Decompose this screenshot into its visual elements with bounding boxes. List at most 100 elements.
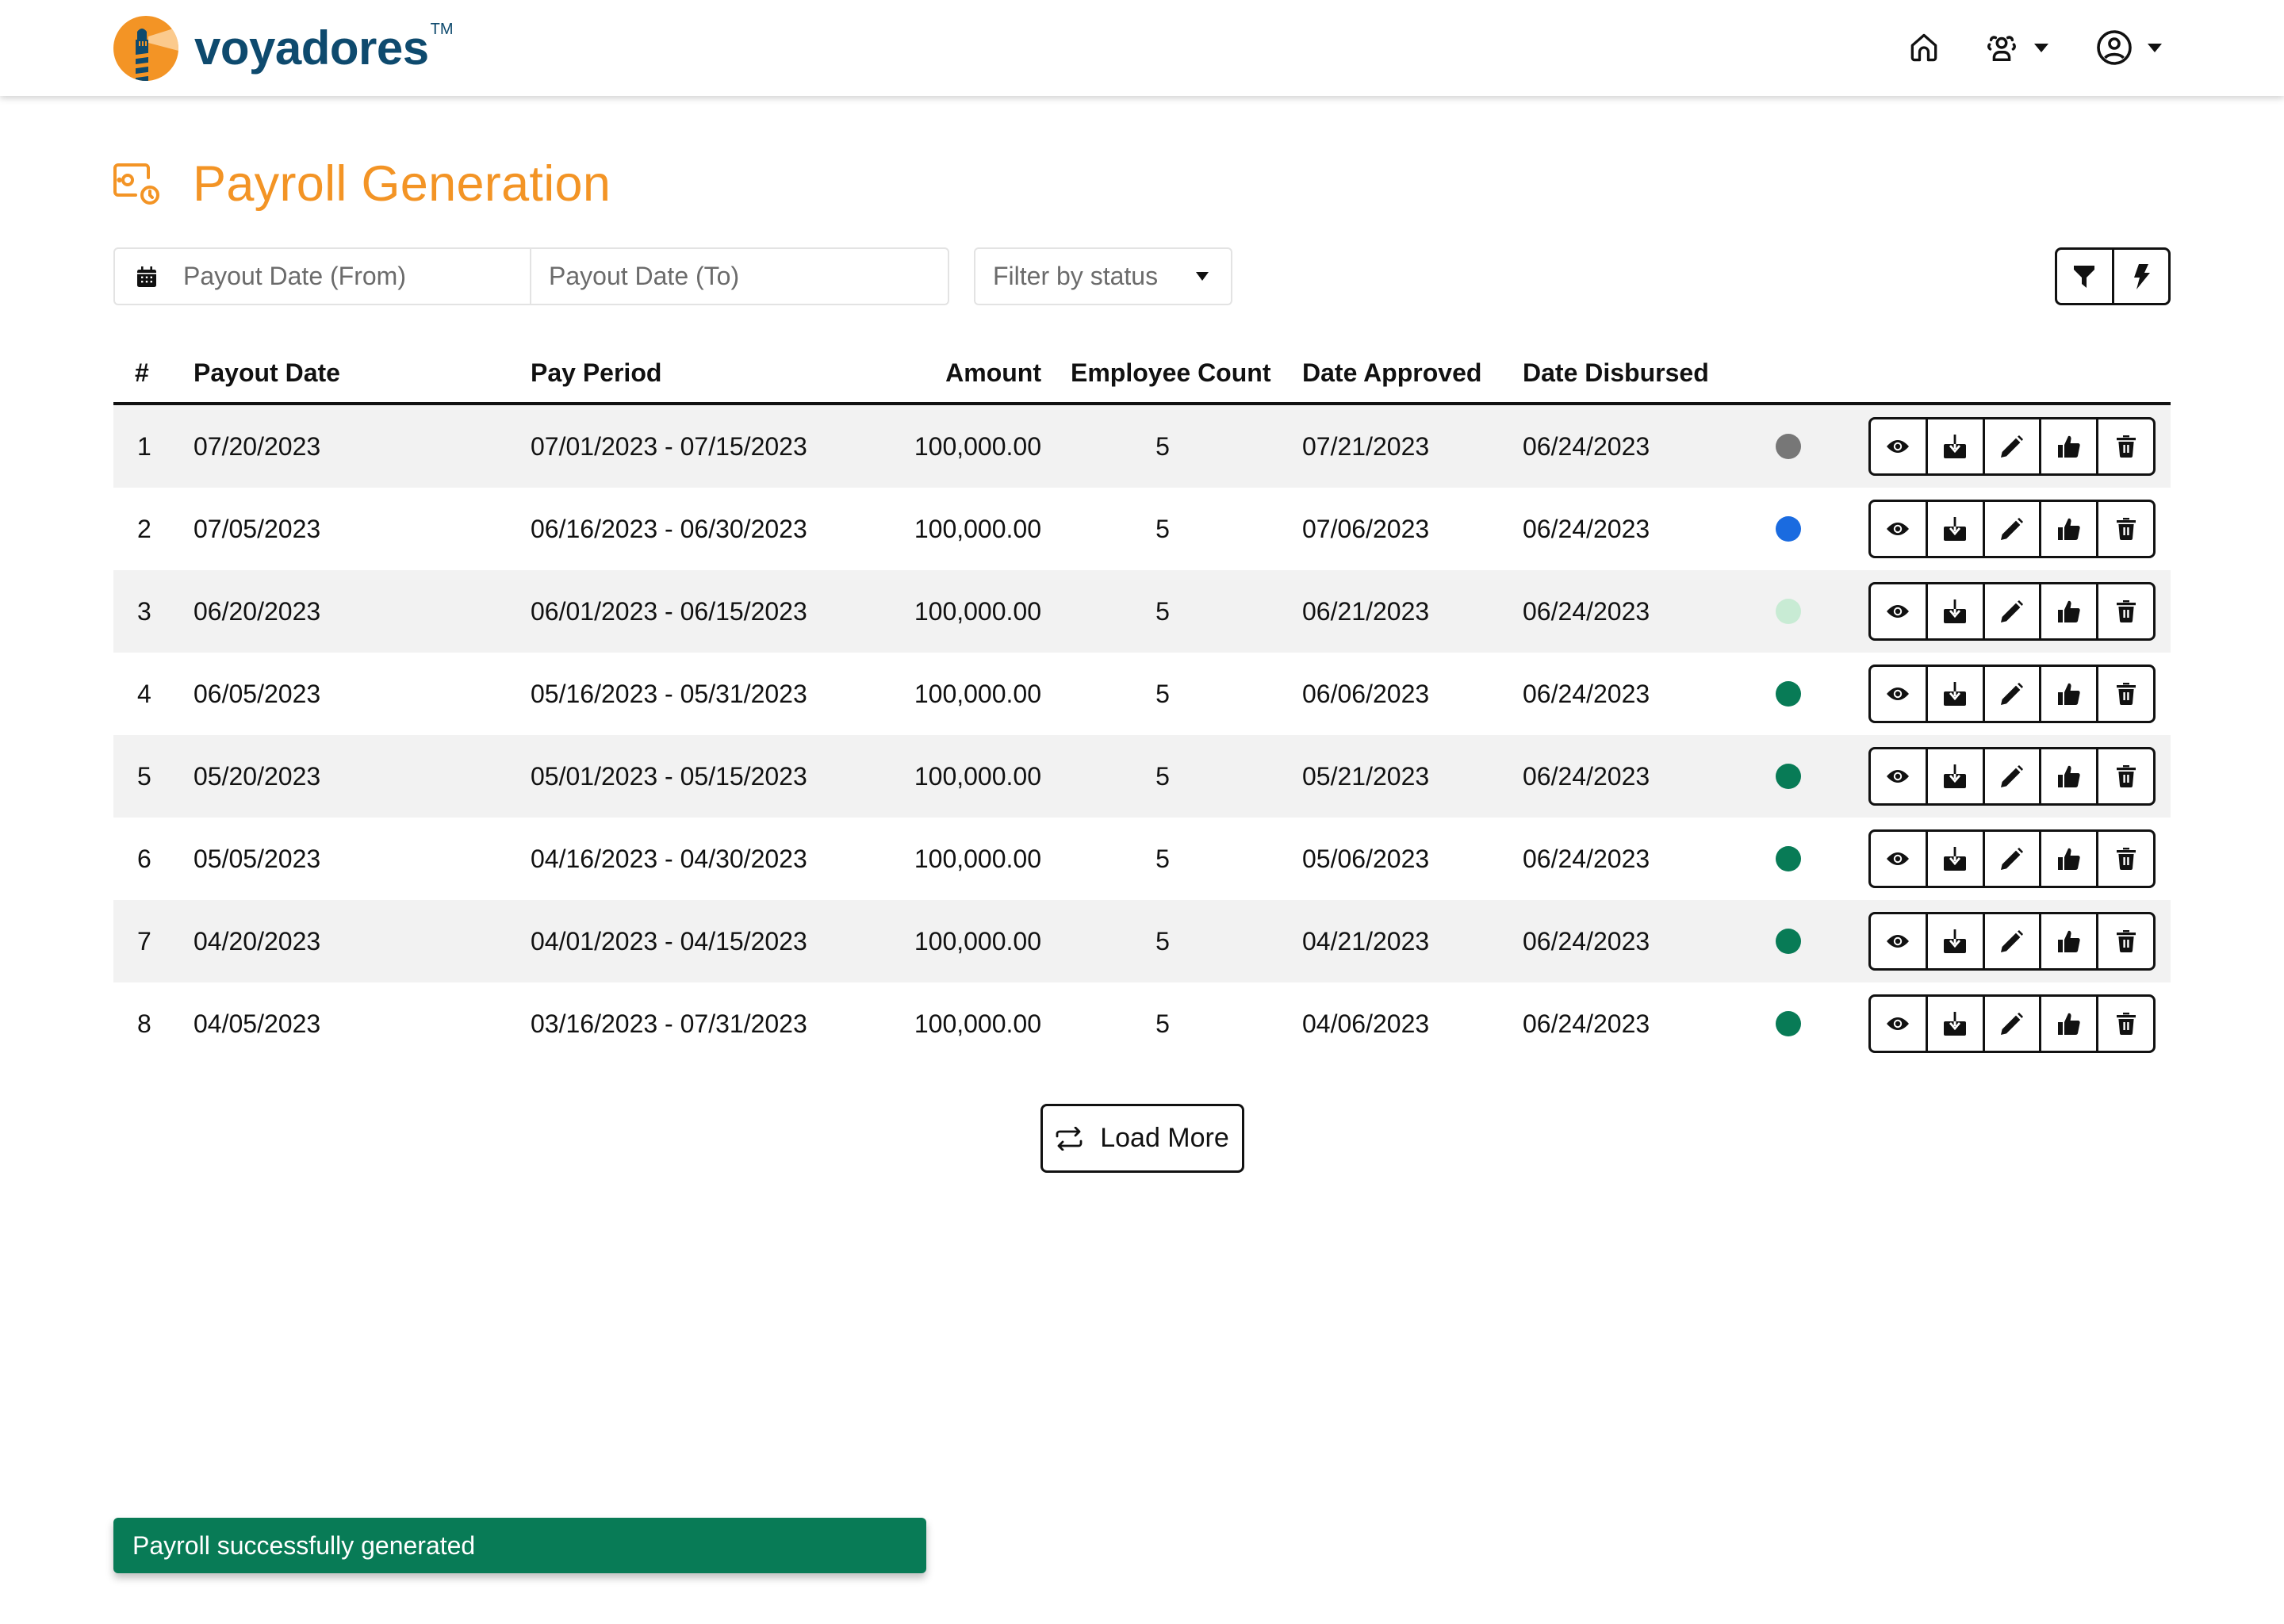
edit-button[interactable] xyxy=(1982,419,2040,473)
edit-button[interactable] xyxy=(1982,914,2040,968)
row-actions xyxy=(1868,912,2156,971)
edit-button[interactable] xyxy=(1982,832,2040,886)
filter-button[interactable] xyxy=(2057,250,2112,303)
status-indicator xyxy=(1776,1011,1801,1036)
trash-icon xyxy=(2116,683,2136,705)
download-button[interactable] xyxy=(1925,997,1983,1051)
pay-period: 04/01/2023 - 04/15/2023 xyxy=(531,927,807,956)
download-button[interactable] xyxy=(1925,502,1983,556)
download-button[interactable] xyxy=(1925,667,1983,721)
users-icon xyxy=(1987,36,2016,62)
pencil-icon xyxy=(2000,765,2023,787)
delete-button[interactable] xyxy=(2096,832,2153,886)
date-disbursed: 06/24/2023 xyxy=(1523,515,1650,543)
pencil-icon xyxy=(2000,1013,2023,1035)
approve-button[interactable] xyxy=(2039,832,2096,886)
thumbs-up-icon xyxy=(2057,848,2080,870)
page-header: Payroll Generation xyxy=(113,155,611,213)
header-date-disbursed[interactable]: Date Disbursed xyxy=(1523,358,1709,388)
header-date-approved[interactable]: Date Approved xyxy=(1302,358,1481,388)
brand-logo[interactable]: voyadores TM xyxy=(113,16,454,81)
trash-icon xyxy=(2116,930,2136,952)
payout-date: 05/05/2023 xyxy=(194,845,321,873)
row-actions xyxy=(1868,500,2156,558)
delete-button[interactable] xyxy=(2096,584,2153,638)
success-toast: Payroll successfully generated xyxy=(113,1518,926,1573)
thumbs-up-icon xyxy=(2057,600,2080,622)
home-icon xyxy=(1910,33,1937,62)
header-employee-count[interactable]: Employee Count xyxy=(1071,358,1270,388)
payout-date-from-input[interactable]: Payout Date (From) xyxy=(115,249,531,304)
approve-button[interactable] xyxy=(2039,419,2096,473)
row-number: 3 xyxy=(137,597,151,626)
row-number: 8 xyxy=(137,1009,151,1038)
date-disbursed: 06/24/2023 xyxy=(1523,927,1650,956)
view-button[interactable] xyxy=(1871,502,1926,556)
amount: 100,000.00 xyxy=(914,762,1041,791)
load-more-button[interactable]: Load More xyxy=(1040,1104,1244,1173)
brand-name: voyadores xyxy=(194,21,429,75)
payout-date: 07/20/2023 xyxy=(194,432,321,461)
payout-date-to-input[interactable]: Payout Date (To) xyxy=(531,249,948,304)
quick-generate-button[interactable] xyxy=(2111,250,2169,303)
header-amount[interactable]: Amount xyxy=(945,358,1041,388)
delete-button[interactable] xyxy=(2096,419,2153,473)
download-button[interactable] xyxy=(1925,419,1983,473)
trash-icon xyxy=(2116,765,2136,787)
home-button[interactable] xyxy=(1907,27,1941,68)
edit-button[interactable] xyxy=(1982,584,2040,638)
download-button[interactable] xyxy=(1925,584,1983,638)
date-disbursed: 06/24/2023 xyxy=(1523,1009,1650,1038)
date-approved: 07/06/2023 xyxy=(1302,515,1430,543)
status-indicator xyxy=(1776,764,1801,789)
approve-button[interactable] xyxy=(2039,584,2096,638)
repeat-icon xyxy=(1056,1126,1083,1151)
delete-button[interactable] xyxy=(2096,502,2153,556)
download-button[interactable] xyxy=(1925,832,1983,886)
approve-button[interactable] xyxy=(2039,997,2096,1051)
row-actions xyxy=(1868,417,2156,476)
payroll-table: # Payout Date Pay Period Amount Employee… xyxy=(113,349,2171,1065)
edit-button[interactable] xyxy=(1982,997,2040,1051)
header-payout-date[interactable]: Payout Date xyxy=(194,358,340,388)
approve-button[interactable] xyxy=(2039,749,2096,803)
edit-button[interactable] xyxy=(1982,749,2040,803)
delete-button[interactable] xyxy=(2096,914,2153,968)
download-button[interactable] xyxy=(1925,749,1983,803)
date-approved: 06/21/2023 xyxy=(1302,597,1430,626)
table-row: 8 04/05/2023 03/16/2023 - 07/31/2023 100… xyxy=(113,982,2171,1065)
approve-button[interactable] xyxy=(2039,914,2096,968)
delete-button[interactable] xyxy=(2096,667,2153,721)
approve-button[interactable] xyxy=(2039,502,2096,556)
date-approved: 04/21/2023 xyxy=(1302,927,1430,956)
profile-menu-button[interactable] xyxy=(2095,27,2162,68)
date-approved: 07/21/2023 xyxy=(1302,432,1430,461)
view-button[interactable] xyxy=(1871,419,1926,473)
view-button[interactable] xyxy=(1871,914,1926,968)
view-button[interactable] xyxy=(1871,667,1926,721)
date-disbursed: 06/24/2023 xyxy=(1523,597,1650,626)
date-disbursed: 06/24/2023 xyxy=(1523,680,1650,708)
download-icon xyxy=(1944,1012,1967,1036)
view-button[interactable] xyxy=(1871,997,1926,1051)
view-button[interactable] xyxy=(1871,749,1926,803)
chevron-down-icon xyxy=(2034,43,2048,52)
approve-button[interactable] xyxy=(2039,667,2096,721)
download-button[interactable] xyxy=(1925,914,1983,968)
edit-button[interactable] xyxy=(1982,502,2040,556)
status-filter-select[interactable]: Filter by status xyxy=(974,247,1232,305)
delete-button[interactable] xyxy=(2096,997,2153,1051)
header-pay-period[interactable]: Pay Period xyxy=(531,358,661,388)
table-row: 6 05/05/2023 04/16/2023 - 04/30/2023 100… xyxy=(113,818,2171,900)
download-icon xyxy=(1944,517,1967,541)
delete-button[interactable] xyxy=(2096,749,2153,803)
view-button[interactable] xyxy=(1871,832,1926,886)
team-menu-button[interactable] xyxy=(1983,27,2048,68)
amount: 100,000.00 xyxy=(914,845,1041,873)
amount: 100,000.00 xyxy=(914,515,1041,543)
trash-icon xyxy=(2116,518,2136,540)
payroll-icon xyxy=(113,163,159,205)
edit-button[interactable] xyxy=(1982,667,2040,721)
view-button[interactable] xyxy=(1871,584,1926,638)
amount: 100,000.00 xyxy=(914,680,1041,708)
